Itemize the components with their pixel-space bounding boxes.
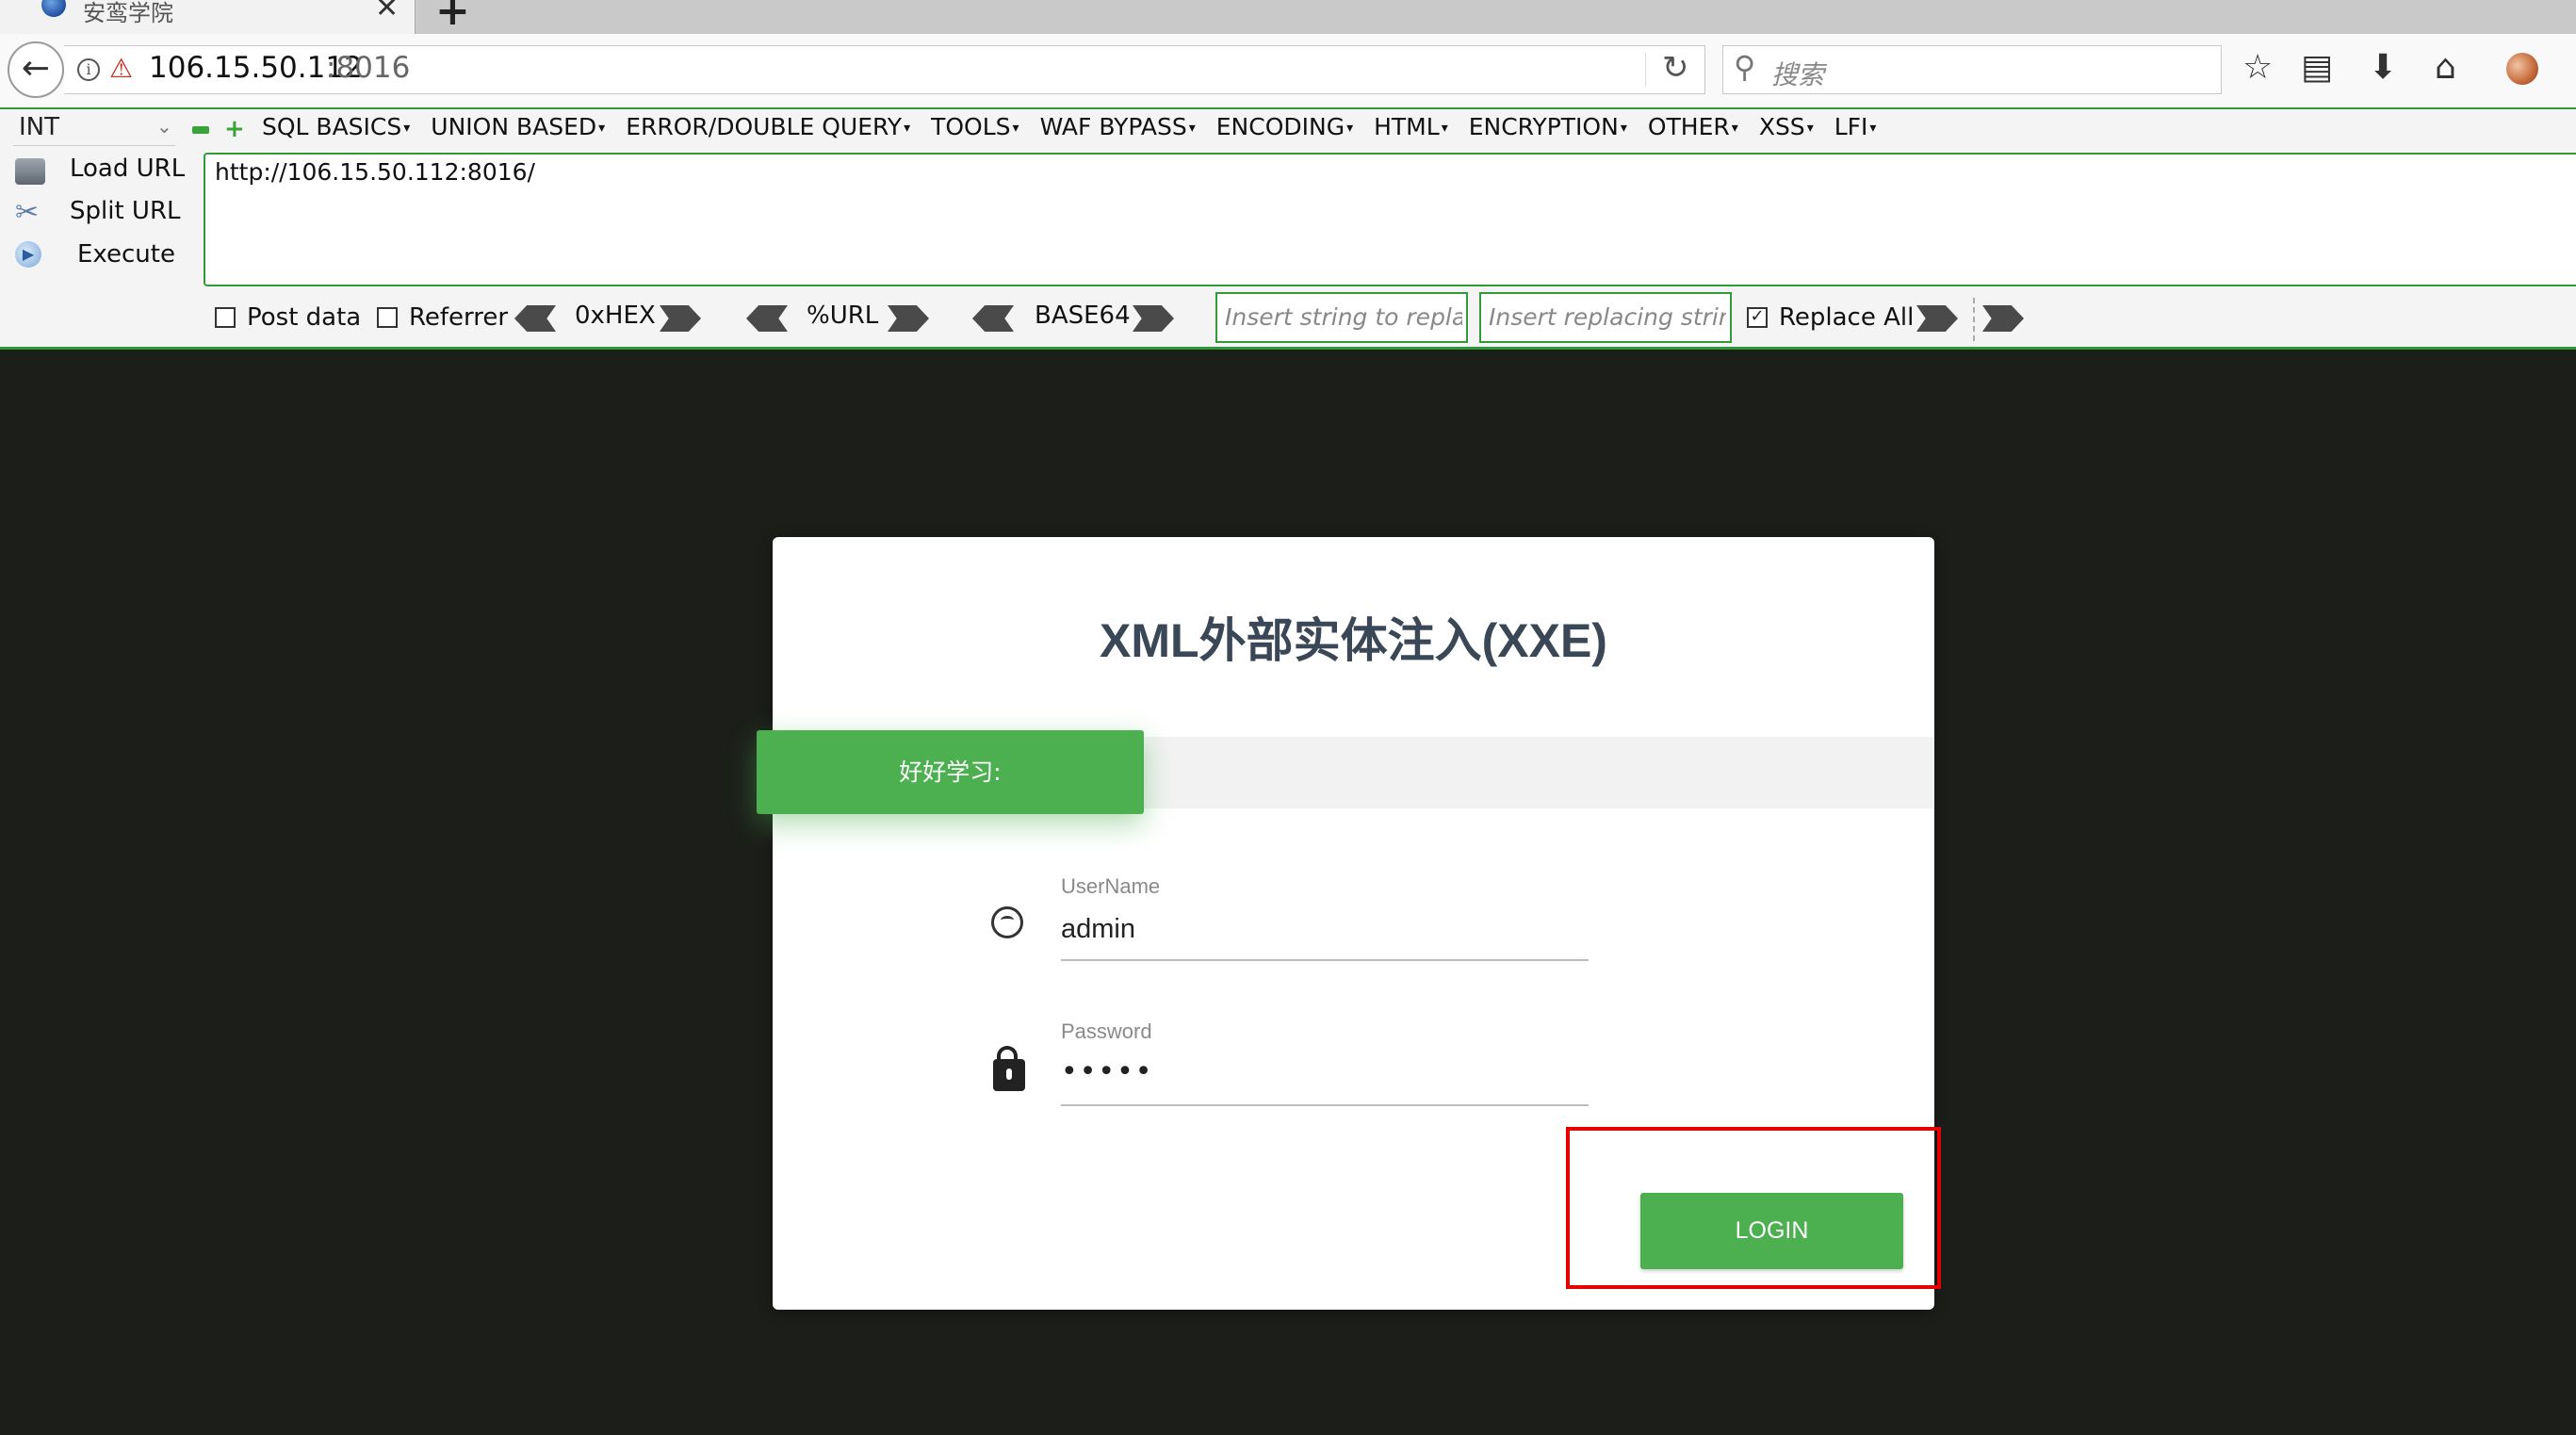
home-icon[interactable]: ⌂ bbox=[2435, 47, 2456, 89]
post-data-label[interactable]: Post data bbox=[247, 303, 361, 332]
menu-tools[interactable]: TOOLS bbox=[931, 113, 1019, 140]
replace-string-placeholder[interactable]: Insert replacing string bbox=[1489, 303, 1726, 331]
library-icon[interactable]: ▤ bbox=[2301, 47, 2333, 89]
username-label: UserName bbox=[1061, 874, 1161, 898]
user-face-hair bbox=[1001, 916, 1014, 924]
url-port[interactable]: :8016 bbox=[326, 51, 410, 85]
bookmark-star-icon[interactable]: ☆ bbox=[2242, 47, 2273, 89]
download-icon[interactable]: ⬇ bbox=[2369, 47, 2397, 89]
hex-label: 0xHEX bbox=[575, 302, 656, 330]
back-icon[interactable]: ← bbox=[8, 41, 64, 98]
menu-union-based[interactable]: UNION BASED bbox=[431, 113, 605, 140]
load-url-icon[interactable] bbox=[15, 158, 45, 185]
replace-all-checkbox[interactable]: ✓ bbox=[1747, 307, 1768, 328]
menu-sql-basics[interactable]: SQL BASICS bbox=[262, 113, 410, 140]
study-tag: 好好学习: bbox=[757, 730, 1144, 814]
load-url-button[interactable]: Load URL bbox=[70, 155, 185, 183]
hackbar-url-textarea[interactable] bbox=[204, 153, 2576, 286]
replace-all-label[interactable]: Replace All bbox=[1779, 303, 1914, 332]
password-label: Password bbox=[1061, 1019, 1152, 1043]
insecure-connection-icon[interactable]: ⚠ bbox=[109, 53, 133, 84]
username-underline bbox=[1061, 959, 1589, 961]
referrer-checkbox[interactable] bbox=[377, 307, 398, 328]
menu-encoding[interactable]: ENCODING bbox=[1216, 113, 1353, 140]
referrer-label[interactable]: Referrer bbox=[409, 303, 508, 332]
search-icon: ⚲ bbox=[1734, 49, 1756, 85]
reload-icon[interactable]: ↻ bbox=[1662, 49, 1689, 87]
username-field[interactable]: admin bbox=[1061, 914, 1135, 945]
base64-label: BASE64 bbox=[1035, 302, 1131, 330]
int-select-value[interactable]: INT bbox=[19, 113, 59, 141]
search-placeholder[interactable]: 搜索 bbox=[1771, 55, 1824, 92]
url-encoding-label: %URL bbox=[807, 302, 879, 330]
execute-icon[interactable]: ▶ bbox=[15, 241, 41, 268]
new-tab-button[interactable]: + bbox=[435, 0, 470, 32]
menu-other[interactable]: OTHER bbox=[1648, 113, 1738, 140]
find-string-placeholder[interactable]: Insert string to replace bbox=[1225, 303, 1462, 331]
split-url-button[interactable]: Split URL bbox=[70, 197, 181, 225]
menu-xss[interactable]: XSS bbox=[1759, 113, 1814, 140]
split-url-icon[interactable]: ✂ bbox=[15, 199, 45, 227]
lock-icon-keyhole bbox=[1006, 1068, 1012, 1080]
info-icon[interactable]: i bbox=[77, 58, 100, 81]
page-title: XML外部实体注入(XXE) bbox=[1100, 614, 1607, 667]
plus-icon[interactable]: + bbox=[224, 117, 245, 141]
replace-divider bbox=[1973, 298, 1975, 341]
address-bar-divider bbox=[1645, 53, 1646, 87]
tab-title: 安鸾学院 bbox=[83, 0, 173, 26]
menu-encryption[interactable]: ENCRYPTION bbox=[1469, 113, 1627, 140]
menu-waf-bypass[interactable]: WAF BYPASS bbox=[1040, 113, 1196, 140]
login-button[interactable]: LOGIN bbox=[1640, 1193, 1903, 1269]
menu-lfi[interactable]: LFI bbox=[1834, 113, 1877, 140]
chevron-down-icon[interactable]: ⌄ bbox=[156, 115, 172, 138]
post-data-checkbox[interactable] bbox=[215, 307, 236, 328]
password-underline bbox=[1061, 1104, 1589, 1106]
minus-icon[interactable] bbox=[192, 126, 209, 134]
execute-button[interactable]: Execute bbox=[77, 240, 175, 269]
menu-html[interactable]: HTML bbox=[1374, 113, 1448, 140]
hackbar-border bbox=[0, 107, 2576, 109]
menu-error-double-query[interactable]: ERROR/DOUBLE QUERY bbox=[626, 113, 910, 140]
extension-icon[interactable] bbox=[2506, 53, 2538, 85]
password-field[interactable]: ••••• bbox=[1061, 1055, 1153, 1088]
hackbar-menu: SQL BASICS UNION BASED ERROR/DOUBLE QUER… bbox=[262, 113, 1876, 140]
tab-close-icon[interactable]: ✕ bbox=[375, 0, 399, 23]
hackbar-url-text[interactable]: http://106.15.50.112:8016/ bbox=[215, 158, 535, 186]
